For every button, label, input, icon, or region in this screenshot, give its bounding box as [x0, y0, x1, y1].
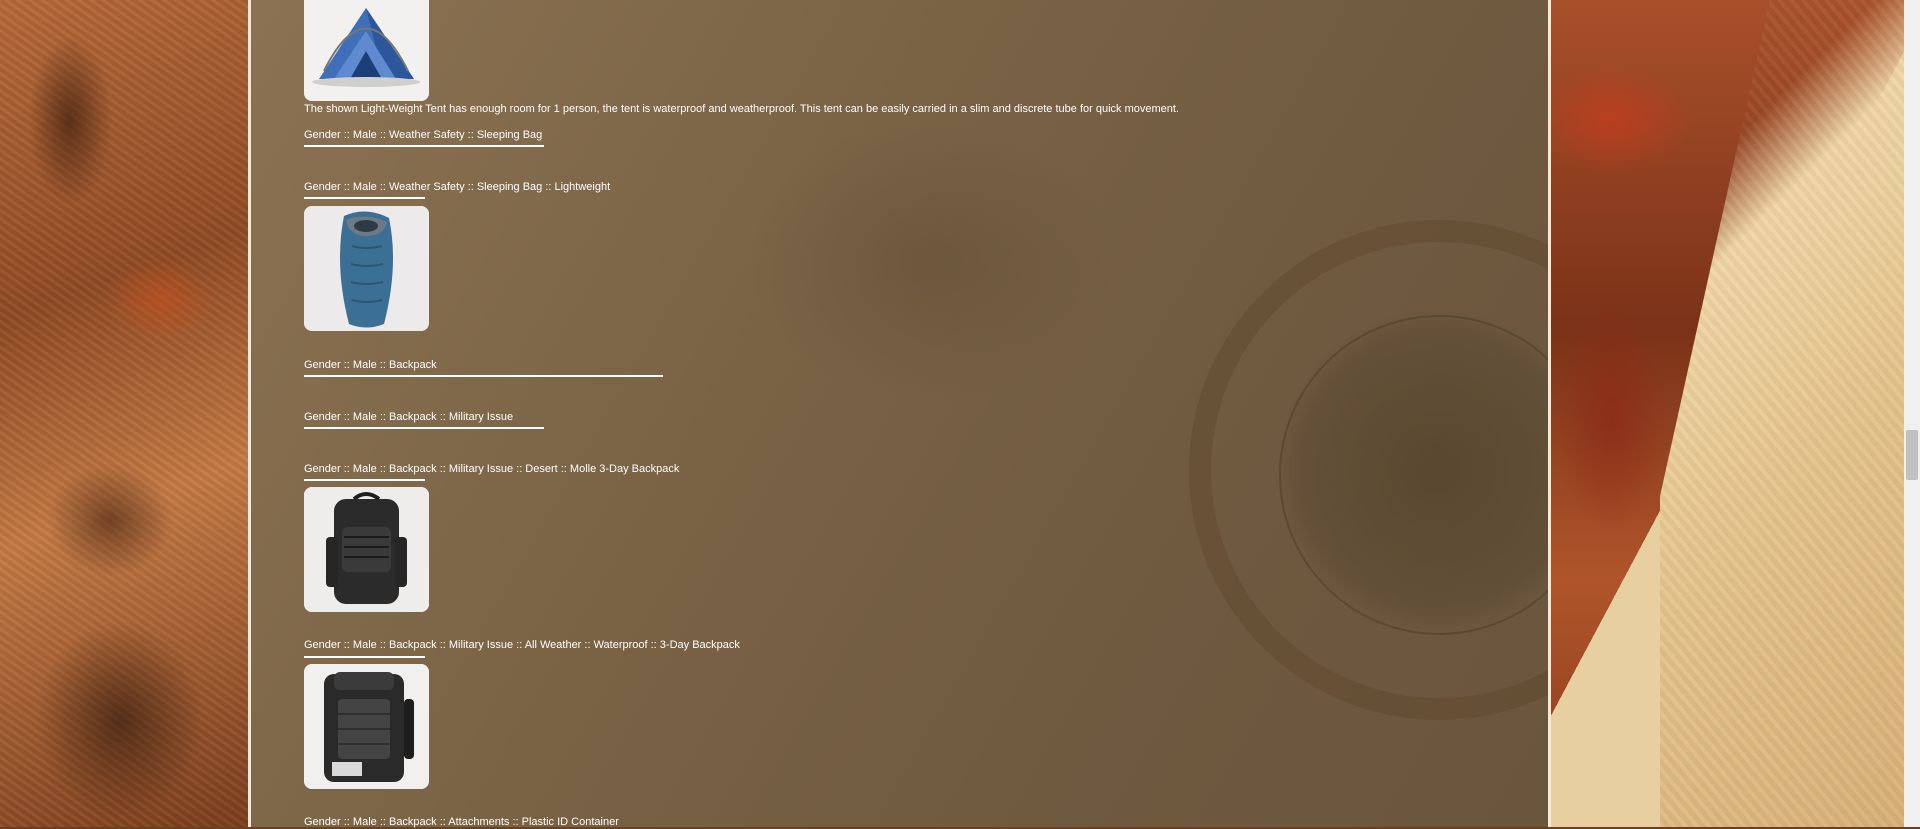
page-scrollbar[interactable]	[1904, 0, 1920, 827]
product-image-molle-backpack[interactable]	[304, 487, 429, 612]
category-link-sleeping-bag[interactable]: Gender :: Male :: Weather Safety :: Slee…	[304, 128, 542, 142]
category-link-molle-backpack[interactable]: Gender :: Male :: Backpack :: Military I…	[304, 462, 679, 476]
category-underline	[304, 656, 425, 658]
category-link-sleeping-bag-lightweight[interactable]: Gender :: Male :: Weather Safety :: Slee…	[304, 180, 610, 194]
category-underline	[304, 145, 544, 147]
category-underline	[304, 375, 663, 377]
product-description: The shown Light-Weight Tent has enough r…	[304, 103, 1179, 115]
category-link-backpack[interactable]: Gender :: Male :: Backpack	[304, 358, 437, 372]
product-image-waterproof-backpack[interactable]	[304, 664, 429, 789]
category-underline	[304, 479, 425, 481]
backpack-icon	[304, 487, 429, 612]
product-image-sleeping-bag[interactable]	[304, 206, 429, 331]
scrollbar-thumb[interactable]	[1906, 430, 1918, 480]
product-image-tent[interactable]	[304, 0, 429, 101]
background-map-left	[0, 0, 248, 827]
category-underline	[304, 427, 544, 429]
category-link-waterproof-backpack[interactable]: Gender :: Male :: Backpack :: Military I…	[304, 638, 740, 652]
tent-icon	[304, 0, 429, 101]
category-link-backpack-military[interactable]: Gender :: Male :: Backpack :: Military I…	[304, 410, 513, 424]
category-underline	[304, 197, 425, 199]
sleeping-bag-icon	[304, 206, 429, 331]
waterproof-backpack-icon	[304, 664, 429, 789]
